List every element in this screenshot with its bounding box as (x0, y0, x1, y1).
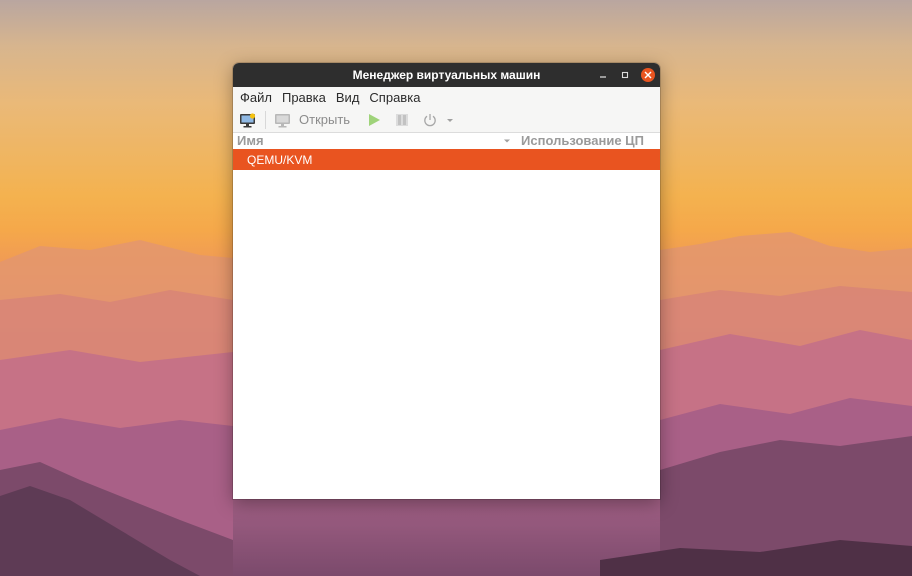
toolbar-separator (265, 110, 266, 129)
chevron-down-icon (447, 118, 454, 122)
list-item[interactable]: QEMU/KVM (233, 149, 660, 170)
menu-view[interactable]: Вид (331, 90, 365, 105)
maximize-icon (621, 71, 629, 79)
run-button[interactable] (366, 107, 382, 132)
minimize-button[interactable] (597, 69, 609, 81)
maximize-button[interactable] (619, 69, 631, 81)
menu-file[interactable]: Файл (235, 90, 277, 105)
close-button[interactable] (641, 68, 655, 82)
new-vm-button[interactable] (239, 107, 257, 132)
title-bar[interactable]: Менеджер виртуальных машин (233, 63, 660, 87)
virt-manager-window: Менеджер виртуальных машин Файл Правка В… (233, 63, 660, 499)
connection-name: QEMU/KVM (247, 152, 313, 167)
sort-down-icon (504, 139, 510, 143)
sort-arrow-icon[interactable] (503, 133, 511, 149)
column-name-header[interactable]: Имя (237, 133, 264, 149)
column-header-row: Имя Использование ЦП (233, 133, 660, 149)
open-label: Открыть (299, 112, 351, 127)
power-icon (424, 113, 436, 126)
pause-icon (396, 113, 409, 126)
monitor-new-icon (240, 112, 256, 127)
pause-button[interactable] (394, 107, 410, 132)
open-button[interactable]: Открыть (274, 107, 350, 132)
window-title: Менеджер виртуальных машин (352, 68, 541, 82)
shutdown-menu-button[interactable] (446, 107, 454, 132)
menu-bar: Файл Правка Вид Справка (233, 87, 660, 107)
monitor-icon (275, 113, 290, 127)
connection-list: QEMU/KVM (233, 149, 660, 170)
minimize-icon (600, 76, 606, 78)
shutdown-button[interactable] (422, 107, 438, 132)
play-icon (369, 113, 381, 126)
menu-edit[interactable]: Правка (277, 90, 331, 105)
close-icon (644, 71, 652, 79)
toolbar: Открыть (233, 107, 660, 133)
column-cpu-header[interactable]: Использование ЦП (521, 133, 644, 149)
menu-help[interactable]: Справка (364, 90, 425, 105)
